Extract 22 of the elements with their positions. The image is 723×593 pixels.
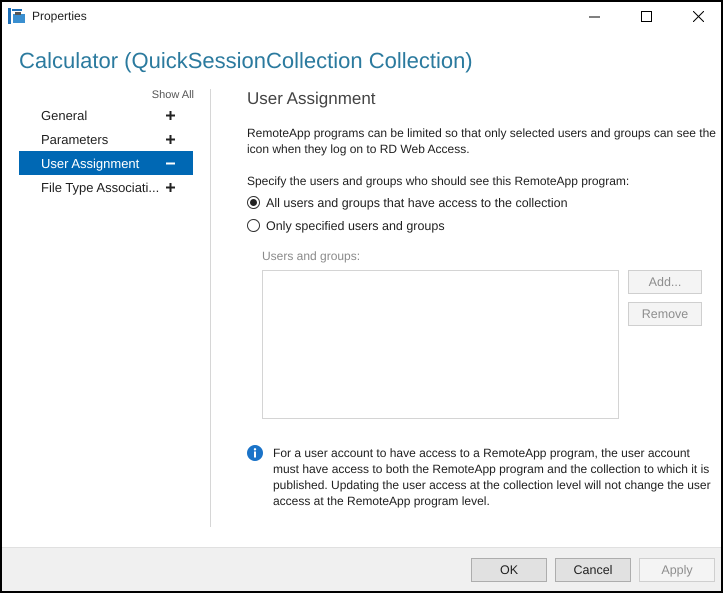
show-all-link[interactable]: Show All bbox=[152, 89, 194, 101]
section-heading: User Assignment bbox=[247, 89, 376, 109]
maximize-icon bbox=[640, 10, 652, 22]
radio-option[interactable]: Only specified users and groups bbox=[247, 214, 711, 237]
prompt-text: Specify the users and groups who should see this RemoteApp program: bbox=[247, 173, 630, 189]
sidebar-item[interactable]: User Assignment bbox=[19, 151, 193, 175]
info-icon bbox=[247, 445, 263, 461]
sidebar-item[interactable]: General bbox=[19, 103, 193, 127]
page-title: Calculator (QuickSessionCollection Collection) bbox=[19, 48, 474, 75]
app-icon bbox=[8, 8, 26, 24]
window-title: Properties bbox=[32, 9, 88, 23]
ok-button[interactable]: OK bbox=[471, 558, 547, 582]
close-icon bbox=[692, 10, 704, 22]
radio-button[interactable] bbox=[247, 196, 260, 209]
radio-button[interactable] bbox=[247, 219, 260, 232]
sidebar-item[interactable]: Parameters bbox=[19, 127, 193, 151]
users-label: Users and groups: bbox=[262, 249, 362, 263]
radio-option[interactable]: All users and groups that have access to the collection bbox=[247, 191, 711, 214]
sidebar-item[interactable]: File Type Associati... bbox=[19, 175, 193, 199]
description-text: RemoteApp programs can be limited so that only selected users and groups can see the icon when they log on to RD Web Access. bbox=[247, 125, 717, 157]
cancel-button[interactable]: Cancel bbox=[555, 558, 631, 582]
info-text: For a user account to have access to a RemoteApp program, the user account must have access to both the RemoteApp program and the collection to which it is published. Updating the user access at the collection level will not change the user access at the RemoteApp program level. bbox=[273, 445, 711, 509]
